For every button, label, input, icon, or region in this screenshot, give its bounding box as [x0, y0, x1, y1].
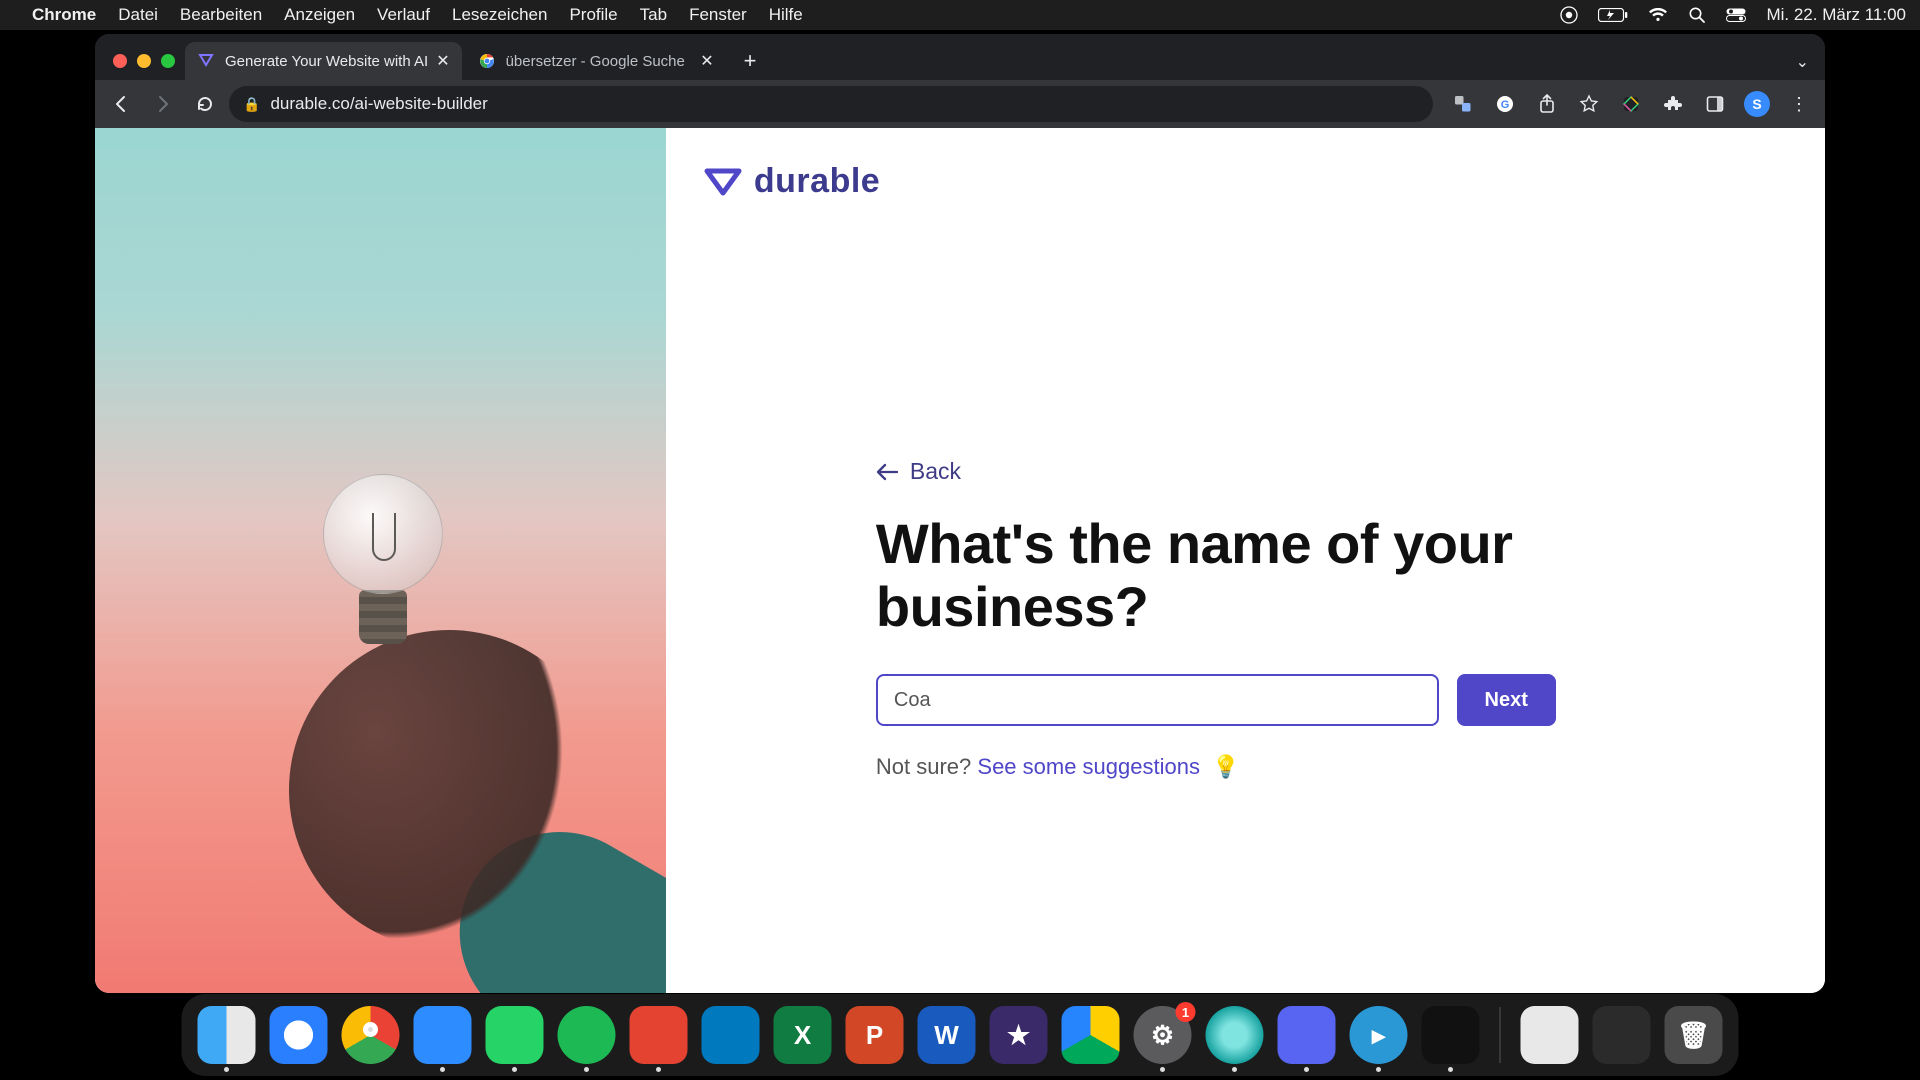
- see-suggestions-link[interactable]: See some suggestions: [977, 754, 1200, 779]
- window-zoom-button[interactable]: [161, 54, 175, 68]
- not-sure-text: Not sure?: [876, 754, 978, 779]
- new-tab-button[interactable]: +: [730, 48, 771, 80]
- bookmark-star-icon[interactable]: [1571, 86, 1607, 122]
- tab-close-icon[interactable]: ✕: [436, 51, 449, 71]
- page-viewport: durable Back What's the name of your bus…: [95, 128, 1825, 993]
- dock-excel[interactable]: X: [774, 1006, 832, 1064]
- hero-lightbulb: [323, 474, 443, 664]
- menu-lesezeichen[interactable]: Lesezeichen: [452, 5, 547, 25]
- wizard-step: Back What's the name of your business? N…: [876, 458, 1556, 780]
- dock-separator: [1500, 1007, 1501, 1063]
- durable-logo-icon: [704, 167, 742, 197]
- sidepanel-icon[interactable]: [1697, 86, 1733, 122]
- share-icon[interactable]: [1529, 86, 1565, 122]
- menu-verlauf[interactable]: Verlauf: [377, 5, 430, 25]
- status-battery-icon[interactable]: [1598, 8, 1628, 22]
- google-favicon-icon: [478, 52, 496, 70]
- dock-whatsapp[interactable]: [486, 1006, 544, 1064]
- dock-google-drive[interactable]: [1062, 1006, 1120, 1064]
- chrome-window: Generate Your Website with AI ✕ übersetz…: [95, 34, 1825, 993]
- extension-color-icon[interactable]: [1613, 86, 1649, 122]
- arrow-left-icon: [876, 463, 898, 481]
- dock-audio-app[interactable]: [1422, 1006, 1480, 1064]
- dock-safari[interactable]: [270, 1006, 328, 1064]
- macos-dock: X P W ★ ⚙ ▸ 🗑: [182, 994, 1739, 1076]
- menu-tab[interactable]: Tab: [640, 5, 667, 25]
- status-wifi-icon[interactable]: [1648, 8, 1668, 22]
- dock-discord[interactable]: [1278, 1006, 1336, 1064]
- lock-icon: 🔒: [243, 96, 260, 113]
- profile-avatar[interactable]: S: [1739, 86, 1775, 122]
- input-row: Next: [876, 674, 1556, 726]
- dock-imovie[interactable]: ★: [990, 1006, 1048, 1064]
- back-label: Back: [910, 458, 961, 485]
- translate-icon[interactable]: [1445, 86, 1481, 122]
- menu-bearbeiten[interactable]: Bearbeiten: [180, 5, 262, 25]
- status-control-center-icon[interactable]: [1726, 8, 1746, 22]
- menu-profile[interactable]: Profile: [569, 5, 617, 25]
- dock-app-generic-1[interactable]: [1521, 1006, 1579, 1064]
- macos-menubar: Chrome Datei Bearbeiten Anzeigen Verlauf…: [0, 0, 1920, 30]
- extensions-puzzle-icon[interactable]: [1655, 86, 1691, 122]
- suggestions-row: Not sure? See some suggestions 💡: [876, 754, 1556, 780]
- step-heading: What's the name of your business?: [876, 513, 1556, 638]
- tab-active[interactable]: Generate Your Website with AI ✕: [185, 42, 462, 80]
- window-close-button[interactable]: [113, 54, 127, 68]
- menubar-clock[interactable]: Mi. 22. März 11:00: [1766, 5, 1906, 25]
- address-bar[interactable]: 🔒 durable.co/ai-website-builder: [229, 86, 1433, 122]
- dock-quicktime[interactable]: ▸: [1350, 1006, 1408, 1064]
- dock-spotify[interactable]: [558, 1006, 616, 1064]
- status-spotlight-icon[interactable]: [1688, 6, 1706, 24]
- business-name-input[interactable]: [876, 674, 1439, 726]
- menu-datei[interactable]: Datei: [118, 5, 158, 25]
- avatar-initial: S: [1744, 91, 1770, 117]
- dock-powerpoint[interactable]: P: [846, 1006, 904, 1064]
- durable-favicon-icon: [197, 52, 215, 70]
- tab-inactive[interactable]: übersetzer - Google Suche ✕: [466, 42, 726, 80]
- dock-trello[interactable]: [702, 1006, 760, 1064]
- dock-app-generic-2[interactable]: [1593, 1006, 1651, 1064]
- lightbulb-icon: 💡: [1212, 754, 1239, 779]
- menu-fenster[interactable]: Fenster: [689, 5, 747, 25]
- dock-app-circle[interactable]: [1206, 1006, 1264, 1064]
- menubar-app-name[interactable]: Chrome: [32, 5, 96, 25]
- tab-close-icon[interactable]: ✕: [700, 51, 713, 71]
- status-record-icon[interactable]: [1560, 6, 1578, 24]
- next-button[interactable]: Next: [1457, 674, 1556, 726]
- google-search-icon[interactable]: G: [1487, 86, 1523, 122]
- nav-back-button[interactable]: [103, 86, 139, 122]
- dock-system-settings[interactable]: ⚙: [1134, 1006, 1192, 1064]
- tab-title: Generate Your Website with AI: [225, 53, 428, 70]
- content-column: durable Back What's the name of your bus…: [666, 128, 1825, 993]
- dock-zoom[interactable]: [414, 1006, 472, 1064]
- window-minimize-button[interactable]: [137, 54, 151, 68]
- url-text: durable.co/ai-website-builder: [270, 94, 487, 114]
- hero-image: [95, 128, 666, 993]
- svg-text:G: G: [1501, 99, 1510, 111]
- brand-name: durable: [754, 162, 880, 201]
- dock-trash[interactable]: 🗑: [1665, 1006, 1723, 1064]
- tabstrip: Generate Your Website with AI ✕ übersetz…: [95, 34, 1825, 80]
- dock-chrome[interactable]: [342, 1006, 400, 1064]
- dock-word[interactable]: W: [918, 1006, 976, 1064]
- tabs-overflow-icon[interactable]: ⌄: [1796, 52, 1825, 80]
- dock-todoist[interactable]: [630, 1006, 688, 1064]
- chrome-menu-button[interactable]: ⋮: [1781, 86, 1817, 122]
- menu-hilfe[interactable]: Hilfe: [769, 5, 803, 25]
- browser-toolbar: 🔒 durable.co/ai-website-builder G: [95, 80, 1825, 128]
- dock-finder[interactable]: [198, 1006, 256, 1064]
- menu-anzeigen[interactable]: Anzeigen: [284, 5, 355, 25]
- nav-reload-button[interactable]: [187, 86, 223, 122]
- back-button[interactable]: Back: [876, 458, 961, 485]
- brand-logo[interactable]: durable: [704, 162, 1787, 201]
- tab-title: übersetzer - Google Suche: [506, 53, 693, 70]
- nav-forward-button[interactable]: [145, 86, 181, 122]
- window-controls: [107, 54, 185, 80]
